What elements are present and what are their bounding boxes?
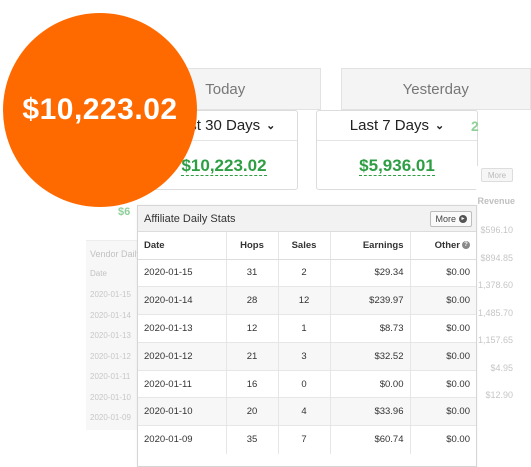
revenue-value: $12.90 <box>485 390 513 400</box>
cell-other: $0.00 <box>410 258 476 287</box>
cell-sales: 12 <box>278 286 331 315</box>
cell-hops: 20 <box>226 397 279 426</box>
cell-hops: 28 <box>226 286 279 315</box>
cell-date: 2020-01-10 <box>138 397 227 426</box>
revenue-value: 1,485.70 <box>477 308 513 318</box>
more-button[interactable]: More ▸ <box>430 210 472 227</box>
cell-sales: 0 <box>278 369 331 398</box>
table-row: 2020-01-10 20 4 $33.96 $0.00 <box>138 397 476 426</box>
revenue-value: $894.85 <box>480 253 513 263</box>
affiliate-daily-stats-card: Affiliate Daily Stats More ▸ Date Hops S… <box>137 205 477 467</box>
revenue-value: 1,378.60 <box>477 280 513 290</box>
period-dropdown-7-days[interactable]: Last 7 Days ⌄ <box>317 111 477 141</box>
cell-earnings: $8.73 <box>330 314 411 343</box>
column-header-hops[interactable]: Hops <box>226 232 279 260</box>
column-header-earnings[interactable]: Earnings <box>330 232 411 260</box>
cell-other: $0.00 <box>410 314 476 343</box>
period-card-7-days: Last 7 Days ⌄ $5,936.01 <box>316 110 478 190</box>
chevron-right-icon: ▸ <box>459 214 467 223</box>
cell-sales: 2 <box>278 258 331 287</box>
table-row: 2020-01-09 35 7 $60.74 $0.00 <box>138 425 476 454</box>
revenue-value: 1,157.65 <box>477 335 513 345</box>
vendor-panel-title: Vendor Daily <box>90 249 142 259</box>
cell-other: $0.00 <box>410 397 476 426</box>
earnings-highlight-badge: $10,223.02 <box>3 13 197 207</box>
column-header-sales[interactable]: Sales <box>278 232 331 260</box>
cell-sales: 7 <box>278 425 331 454</box>
period-label: Last 7 Days <box>349 117 429 134</box>
revenue-value: $596.10 <box>480 225 513 235</box>
cell-earnings: $33.96 <box>330 397 411 426</box>
badge-value: $10,223.02 <box>22 93 178 126</box>
cell-sales: 3 <box>278 341 331 371</box>
table-header-row: Date Hops Sales Earnings Other? <box>138 232 476 260</box>
cell-other: $0.00 <box>410 369 476 398</box>
revenue-column-header: Revenue <box>477 196 515 206</box>
cell-hops: 35 <box>226 425 279 454</box>
more-button-label: More <box>435 213 456 224</box>
vendor-column-date: Date <box>90 269 107 278</box>
vendor-date: 2020-01-09 <box>90 413 131 422</box>
card-header: Affiliate Daily Stats More ▸ <box>138 206 476 232</box>
revenue-value: $4.95 <box>490 363 513 373</box>
cell-other: $0.00 <box>410 425 476 454</box>
cell-earnings: $32.52 <box>330 341 411 371</box>
cell-other: $0.00 <box>410 341 476 371</box>
table-row: 2020-01-11 16 0 $0.00 $0.00 <box>138 369 476 398</box>
cell-earnings: $60.74 <box>330 425 411 454</box>
vendor-date: 2020-01-15 <box>90 290 131 299</box>
vendor-date: 2020-01-11 <box>90 372 131 381</box>
table-row: 2020-01-15 31 2 $29.34 $0.00 <box>138 258 476 287</box>
cell-hops: 12 <box>226 314 279 343</box>
affiliate-stats-table: Date Hops Sales Earnings Other? 2020-01-… <box>138 232 476 454</box>
cell-date: 2020-01-11 <box>138 369 227 398</box>
partial-value-right: 2 <box>471 118 479 134</box>
cell-sales: 1 <box>278 314 331 343</box>
screenshot: Today Yesterday Last 30 Days ⌄ $10,223.0… <box>0 0 531 467</box>
vendor-date: 2020-01-13 <box>90 331 131 340</box>
cell-hops: 31 <box>226 258 279 287</box>
vendor-date: 2020-01-12 <box>90 351 131 361</box>
cell-date: 2020-01-14 <box>138 286 227 315</box>
partial-value-left: $6 <box>118 206 131 218</box>
cell-other: $0.00 <box>410 286 476 315</box>
vendor-daily-panel: Vendor Daily Date 2020-01-15 2020-01-14 … <box>86 240 144 430</box>
revenue-panel: More Revenue $596.10 $894.85 1,378.60 1,… <box>476 166 531 431</box>
table-row: 2020-01-13 12 1 $8.73 $0.00 <box>138 314 476 343</box>
column-header-other[interactable]: Other? <box>410 232 476 260</box>
cell-date: 2020-01-15 <box>138 258 227 287</box>
vendor-date: 2020-01-10 <box>90 392 131 402</box>
cell-sales: 4 <box>278 397 331 426</box>
table-row: 2020-01-14 28 12 $239.97 $0.00 <box>138 286 476 315</box>
cell-hops: 16 <box>226 369 279 398</box>
card-title: Affiliate Daily Stats <box>144 212 236 225</box>
cell-date: 2020-01-12 <box>138 341 227 371</box>
vendor-date: 2020-01-14 <box>90 310 131 320</box>
help-icon[interactable]: ? <box>462 241 470 250</box>
period-value[interactable]: $5,936.01 <box>317 141 477 191</box>
table-row: 2020-01-12 21 3 $32.52 $0.00 <box>138 341 476 371</box>
cell-date: 2020-01-09 <box>138 425 227 454</box>
chevron-down-icon: ⌄ <box>435 120 445 132</box>
cell-earnings: $29.34 <box>330 258 411 287</box>
cell-earnings: $0.00 <box>330 369 411 398</box>
cell-hops: 21 <box>226 341 279 371</box>
revenue-more-button[interactable]: More <box>481 168 513 182</box>
column-header-date[interactable]: Date <box>138 232 227 260</box>
chevron-down-icon: ⌄ <box>266 120 276 132</box>
tab-yesterday[interactable]: Yesterday <box>340 68 531 110</box>
cell-date: 2020-01-13 <box>138 314 227 343</box>
cell-earnings: $239.97 <box>330 286 411 315</box>
